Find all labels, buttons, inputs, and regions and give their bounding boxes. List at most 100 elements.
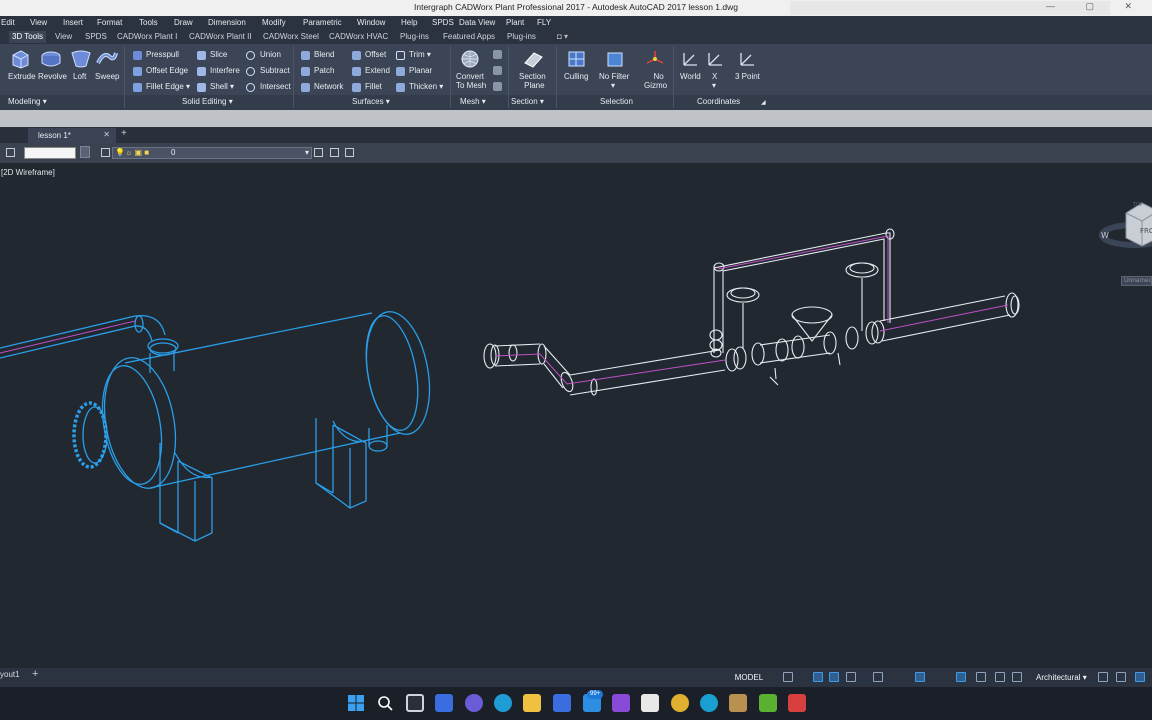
panel-title-solid-editing[interactable]: Solid Editing ▾ <box>182 97 233 106</box>
grid-icon[interactable] <box>783 672 793 682</box>
tab-view[interactable]: View <box>55 32 72 41</box>
convert-to-mesh-icon[interactable] <box>459 49 481 69</box>
tab-featured-apps[interactable]: Featured Apps <box>443 32 495 41</box>
tab-3d-tools[interactable]: 3D Tools <box>9 31 46 43</box>
intersect-button[interactable]: Intersect <box>260 82 291 91</box>
window-controls[interactable]: — ▢ ✕ <box>1046 1 1146 12</box>
model-space-button[interactable]: MODEL <box>733 671 765 684</box>
menu-parametric[interactable]: Parametric <box>303 18 342 27</box>
tab-plug-ins[interactable]: Plug-ins <box>400 32 429 41</box>
network-button[interactable]: Network <box>314 82 343 91</box>
sweep-label[interactable]: Sweep <box>95 72 119 81</box>
file-explorer-icon[interactable] <box>523 694 541 712</box>
world-ucs-icon[interactable] <box>679 49 701 69</box>
layer-combo[interactable]: 0 💡☼ ▣ ■ ▾ <box>112 147 312 159</box>
menu-format[interactable]: Format <box>97 18 122 27</box>
tab-plug-ins-2[interactable]: Plug-ins <box>507 32 536 41</box>
mesh-option-icon[interactable] <box>493 66 502 75</box>
menu-plant[interactable]: Plant <box>506 18 524 27</box>
lock-ui-icon[interactable] <box>1116 672 1126 682</box>
object-snap-tracking-icon[interactable] <box>873 672 883 682</box>
tab-cadworx-hvac[interactable]: CADWorx HVAC <box>329 32 388 41</box>
patch-button[interactable]: Patch <box>314 66 334 75</box>
polar-icon[interactable] <box>829 672 839 682</box>
edge-browser-icon[interactable] <box>494 694 512 712</box>
layer-dropdown-icon[interactable] <box>80 146 90 158</box>
subtract-button[interactable]: Subtract <box>260 66 290 75</box>
three-point-ucs-icon[interactable] <box>736 49 758 69</box>
mesh-option-icon[interactable] <box>493 50 502 59</box>
windows-start-icon[interactable] <box>347 694 365 712</box>
menu-spds[interactable]: SPDS <box>432 18 454 27</box>
menu-insert[interactable]: Insert <box>63 18 83 27</box>
menu-tools[interactable]: Tools <box>139 18 158 27</box>
menu-data-view[interactable]: Data View <box>459 18 495 27</box>
presspull-button[interactable]: Presspull <box>146 50 179 59</box>
section-plane-icon[interactable] <box>522 49 544 69</box>
extrude-label[interactable]: Extrude <box>8 72 36 81</box>
layout-tab[interactable]: yout1 <box>0 670 20 679</box>
trim-button[interactable]: Trim ▾ <box>409 50 431 59</box>
slice-button[interactable]: Slice <box>210 50 227 59</box>
dynamic-ucs-icon[interactable] <box>956 672 966 682</box>
tab-cadworx-plant-1[interactable]: CADWorx Plant I <box>117 32 177 41</box>
task-view-icon[interactable] <box>406 694 424 712</box>
interfere-button[interactable]: Interfere <box>210 66 240 75</box>
menu-dimension[interactable]: Dimension <box>208 18 246 27</box>
camtasia-icon[interactable] <box>759 694 777 712</box>
teams-chat-icon[interactable] <box>465 694 483 712</box>
ribbon-options-icon[interactable]: ◘ ▾ <box>557 32 568 41</box>
extend-button[interactable]: Extend <box>365 66 390 75</box>
match-layer-icon[interactable] <box>330 148 339 157</box>
x-ucs-icon[interactable] <box>704 49 726 69</box>
layer-state-input[interactable] <box>24 147 76 159</box>
offset-surface-button[interactable]: Offset <box>365 50 386 59</box>
panel-title-selection[interactable]: Selection <box>600 97 633 106</box>
annotation-monitor-icon[interactable] <box>1012 672 1022 682</box>
no-gizmo-label[interactable]: No Gizmo <box>644 72 667 90</box>
lineweight-icon[interactable] <box>976 672 986 682</box>
app-icon[interactable] <box>612 694 630 712</box>
panel-title-coordinates[interactable]: Coordinates <box>697 97 740 106</box>
folder-app-icon[interactable] <box>729 694 747 712</box>
panel-title-modeling[interactable]: Modeling ▾ <box>8 97 47 106</box>
layer-state-icon[interactable] <box>101 148 110 157</box>
notion-icon[interactable] <box>641 694 659 712</box>
x-label[interactable]: X ▾ <box>712 72 717 90</box>
panel-title-mesh[interactable]: Mesh ▾ <box>460 97 486 106</box>
union-button[interactable]: Union <box>260 50 281 59</box>
make-current-layer-icon[interactable] <box>314 148 323 157</box>
widgets-icon[interactable] <box>435 694 453 712</box>
previous-layer-icon[interactable] <box>345 148 354 157</box>
new-tab-button[interactable]: + <box>121 128 127 139</box>
loft-icon[interactable] <box>70 49 92 69</box>
mesh-option-icon[interactable] <box>493 82 502 91</box>
world-label[interactable]: World <box>680 72 701 81</box>
fillet-edge-button[interactable]: Fillet Edge ▾ <box>146 82 190 91</box>
sweep-icon[interactable] <box>96 49 118 69</box>
file-tab-lesson-1[interactable]: lesson 1* ✕ <box>28 128 116 143</box>
fillet-surface-button[interactable]: Fillet <box>365 82 382 91</box>
no-gizmo-icon[interactable] <box>644 49 666 69</box>
blend-button[interactable]: Blend <box>314 50 334 59</box>
drawing-canvas[interactable] <box>0 163 1152 668</box>
workspace-gear-icon[interactable] <box>995 672 1005 682</box>
autocad-app-icon[interactable] <box>788 694 806 712</box>
layer-properties-icon[interactable] <box>6 148 15 157</box>
tab-cadworx-plant-2[interactable]: CADWorx Plant II <box>189 32 252 41</box>
menu-window[interactable]: Window <box>357 18 385 27</box>
panel-launcher-icon[interactable]: ◢ <box>761 99 766 106</box>
three-point-label[interactable]: 3 Point <box>735 72 760 81</box>
planar-button[interactable]: Planar <box>409 66 432 75</box>
microsoft-store-icon[interactable] <box>553 694 571 712</box>
menu-modify[interactable]: Modify <box>262 18 286 27</box>
no-filter-label[interactable]: No Filter ▾ <box>599 72 629 90</box>
menu-edit[interactable]: Edit <box>1 18 15 27</box>
wcs-menu[interactable]: Unnamed <box>1121 276 1152 286</box>
ortho-icon[interactable] <box>813 672 823 682</box>
search-icon[interactable] <box>376 694 394 712</box>
panel-title-section[interactable]: Section ▾ <box>511 97 544 106</box>
cortana-icon[interactable] <box>700 694 718 712</box>
menu-draw[interactable]: Draw <box>174 18 193 27</box>
thicken-button[interactable]: Thicken ▾ <box>409 82 443 91</box>
